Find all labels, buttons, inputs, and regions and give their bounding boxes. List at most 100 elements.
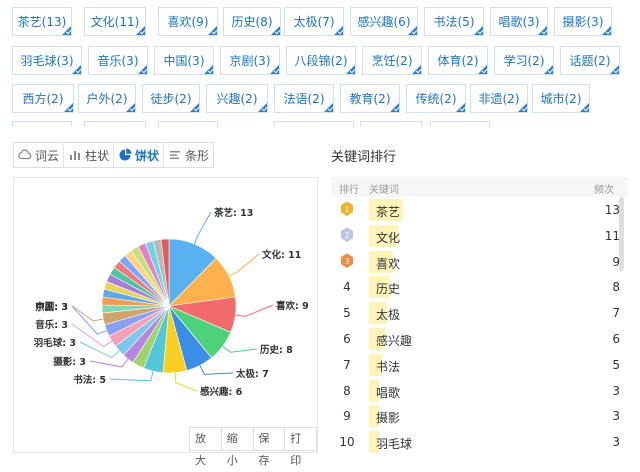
silver-medal-icon: 2 [341,227,353,242]
keyword-tag[interactable]: 唱歌(3) [490,7,548,36]
keyword-tag[interactable]: 羽毛球(3) [12,46,82,75]
pie-chart: 茶艺: 13 文化: 11 喜欢: 9 历史: 8 太极: 7 感兴趣: 6 书法: 5 摄影… [34,207,309,398]
keyword-tag[interactable]: 感兴趣(6) [350,7,418,36]
tag-label: 西方(2) [22,92,64,106]
keyword-tag[interactable]: 非遗(2) [470,84,528,113]
keyword-tag[interactable]: 音乐(3) [88,46,148,75]
ranking-scrollbar[interactable] [619,197,624,271]
ranking-frequency: 8 [612,280,620,295]
keyword-tag[interactable]: 城市(2) [532,84,590,113]
checkmark-icon [346,65,355,74]
label-leader-line [79,341,120,359]
ranking-keyword: 文化 [376,230,401,245]
keyword-tag[interactable]: 京剧(3) [220,46,280,75]
rank-number: 4 [343,280,351,295]
svg-text:2: 2 [344,231,349,240]
rank-number: 6 [343,332,351,346]
keyword-tag[interactable]: 教育(2) [340,84,400,113]
save-button[interactable]: 保存 [252,427,286,467]
keyword-tag-partial[interactable] [12,121,72,127]
ranking-frequency: 5 [612,357,620,372]
tab-bar-chart[interactable]: 柱状 [64,143,115,167]
checkmark-icon [204,65,213,74]
list-icon [168,148,182,162]
checkmark-icon [544,65,553,74]
keyword-tag-partial[interactable] [158,121,218,127]
keyword-tag[interactable]: 八段锦(2) [286,46,356,75]
checkmark-icon [190,103,199,112]
ranking-keyword: 书法 [376,359,401,374]
checkmark-icon [408,26,417,35]
keyword-tag-partial[interactable] [84,121,146,127]
keyword-tag-partial[interactable] [430,121,490,127]
rank-number: 9 [343,409,351,424]
keyword-tag[interactable]: 兴趣(2) [206,84,268,113]
label-leader-line [109,370,154,382]
keyword-tag[interactable]: 徒步(2) [142,84,200,113]
zoom-out-button[interactable]: 缩小 [220,427,254,467]
checkmark-icon [258,103,267,112]
keyword-tag[interactable]: 学习(2) [494,46,554,75]
tag-label: 文化(11) [90,15,140,29]
keyword-tag[interactable]: 西方(2) [12,84,74,113]
ranking-keyword: 羽毛球 [376,437,413,452]
ranking-keyword: 历史 [376,282,401,297]
zoom-in-button[interactable]: 放大 [189,427,222,467]
keyword-tag[interactable]: 中国(3) [154,46,214,75]
label-leader-line [235,304,274,317]
keyword-tag[interactable]: 书法(5) [424,7,484,36]
tab-label: 词云 [35,148,60,163]
tag-row-3: 西方(2) 户外(2) 徒步(2) 兴趣(2) 法语(2) 教育(2) 传统(2… [12,84,634,115]
ranking-frequency: 3 [612,409,620,424]
slice-label: 京剧: 3 [35,301,68,313]
keyword-tag[interactable]: 话题(2) [560,46,620,75]
chart-view-tabs: 词云 柱状 饼状 条形 [13,142,215,168]
tag-label: 非遗(2) [478,92,520,106]
chart-toolbar: 放大 缩小 保存 打印 [189,427,317,467]
checkmark-icon [518,103,527,112]
checkmark-icon [602,26,611,35]
label-leader-line [71,305,104,322]
keyword-tag-partial[interactable] [274,121,354,127]
tag-row-1: 茶艺(13) 文化(11) 喜欢(9) 历史(8) 太极(7) 感兴趣(6) 书… [12,7,634,38]
tag-label: 书法(5) [433,15,475,29]
rank-number: 10 [339,435,355,450]
gold-medal-icon: 1 [341,201,353,216]
tab-word-cloud[interactable]: 词云 [14,143,65,167]
tab-horizontal-bar[interactable]: 条形 [164,143,213,167]
ranking-frequency: 13 [604,203,620,217]
keyword-tag-partial[interactable] [360,121,422,127]
svg-text:1: 1 [344,205,349,214]
keyword-tag[interactable]: 法语(2) [274,84,334,113]
ranking-row: 1 茶艺 13 [331,197,628,223]
keyword-tag[interactable]: 历史(8) [223,7,281,36]
ranking-frequency: 7 [612,306,620,321]
keyword-tag[interactable]: 太极(7) [284,7,344,36]
ranking-row: 4 历史 8 [331,274,628,300]
slice-label: 喜欢: 9 [276,300,309,312]
tag-label: 八段锦(2) [294,54,348,68]
label-leader-line [71,305,107,335]
slice-label: 太极: 7 [236,368,269,380]
tag-label: 户外(2) [86,92,128,106]
keyword-tag[interactable]: 文化(11) [84,7,146,36]
tag-label: 京剧(3) [229,54,271,68]
cloud-icon [18,148,32,162]
keyword-tag[interactable]: 摄影(3) [554,7,612,36]
tag-label: 茶艺(13) [17,15,67,29]
tab-pie-chart[interactable]: 饼状 [114,143,165,167]
keyword-tag[interactable]: 茶艺(13) [12,7,72,36]
tag-label: 中国(3) [163,54,205,68]
checkmark-icon [72,65,81,74]
keyword-tag[interactable]: 喜欢(9) [158,7,218,36]
ranking-row: 3 喜欢 9 [331,249,628,275]
label-leader-line [228,253,260,277]
keyword-tag[interactable]: 户外(2) [78,84,136,113]
keyword-tag[interactable]: 体育(2) [428,46,488,75]
keyword-tag[interactable]: 传统(2) [406,84,466,113]
keyword-tag[interactable]: 烹饪(2) [362,46,422,75]
checkmark-icon [64,103,73,112]
print-button[interactable]: 打印 [284,427,317,467]
checkmark-icon [538,26,547,35]
checkmark-icon [136,26,145,35]
